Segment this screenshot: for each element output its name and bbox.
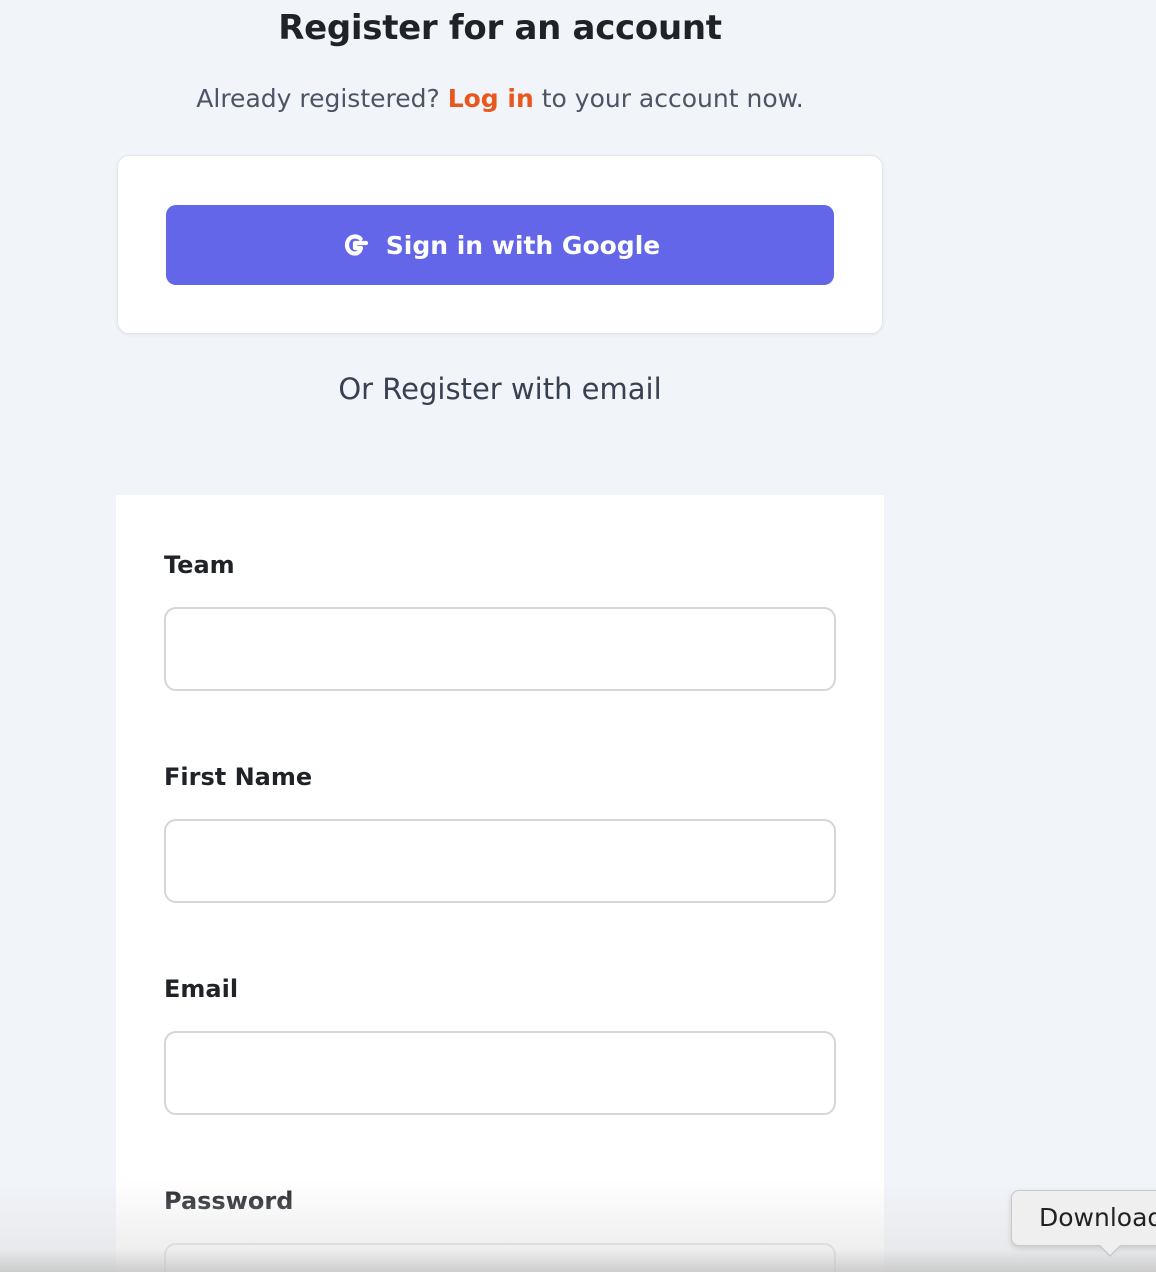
first-name-label: First Name [164, 763, 313, 791]
first-name-input[interactable] [164, 819, 836, 903]
login-link[interactable]: Log in [448, 84, 534, 113]
divider-text: Or Register with email [338, 372, 662, 406]
download-tooltip[interactable]: Download [1011, 1190, 1156, 1257]
login-prompt: Already registered? Log in to your accou… [116, 84, 884, 113]
login-prompt-prefix: Already registered? [196, 84, 448, 113]
tooltip-arrow-fill [1100, 1245, 1120, 1255]
oauth-card: Sign in with Google [117, 155, 883, 334]
password-input[interactable] [164, 1243, 836, 1272]
google-sign-in-label: Sign in with Google [385, 230, 661, 260]
download-label: Download [1039, 1203, 1156, 1232]
email-label: Email [164, 975, 239, 1003]
team-input[interactable] [164, 607, 836, 691]
registration-form: Team First Name Email Password [116, 495, 884, 1272]
google-sign-in-button[interactable]: Sign in with Google [166, 205, 834, 285]
register-page: Register for an account Already register… [0, 0, 1156, 1272]
login-prompt-suffix: to your account now. [533, 84, 804, 113]
google-g-icon [340, 229, 370, 261]
password-label: Password [164, 1187, 294, 1215]
page-title: Register for an account [278, 8, 722, 48]
email-input[interactable] [164, 1031, 836, 1115]
team-label: Team [164, 551, 235, 579]
